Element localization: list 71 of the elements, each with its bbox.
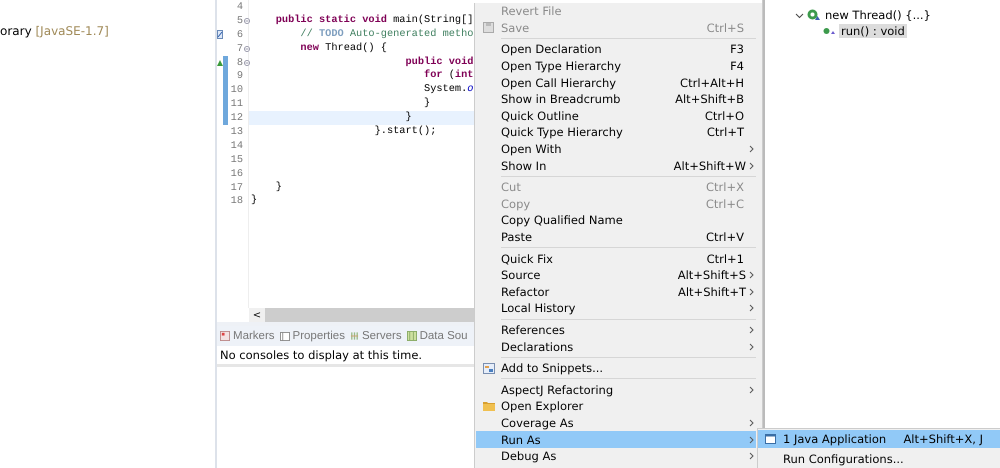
folder-icon	[482, 401, 494, 412]
tree-item[interactable]: orary [JavaSE-1.7]	[0, 24, 215, 38]
view-tab[interactable]: Servers	[350, 330, 402, 342]
outline-item[interactable]: new Thread() {...}	[823, 8, 933, 22]
scroll-left-button[interactable]: <	[249, 308, 265, 322]
menu-item[interactable]: References	[476, 322, 756, 338]
outline-item[interactable]: run() : void	[839, 24, 907, 38]
line-number: 8	[236, 56, 243, 68]
method-icon	[823, 27, 836, 35]
line-number: 7	[236, 42, 243, 55]
task-icon	[217, 30, 223, 40]
menu-item[interactable]: Run Configurations...	[758, 450, 1000, 468]
markers-icon	[220, 331, 230, 341]
view-tab[interactable]: Properties	[280, 330, 345, 342]
code-line: }.start();	[374, 125, 436, 139]
line-number: 5	[236, 14, 243, 27]
code-line: // TODO Auto-generated metho	[299, 28, 474, 42]
menu-item[interactable]: 1 Java Application Alt+Shift+X, J	[758, 430, 1000, 448]
code-line: }	[423, 97, 430, 112]
code-line: public void	[404, 56, 474, 69]
fold-icon[interactable]	[244, 18, 250, 24]
menu-item[interactable]: Run As	[476, 431, 756, 448]
code-line: }	[274, 180, 282, 194]
code-line: System.o	[423, 83, 474, 98]
menu-item[interactable]: Paste Ctrl+V	[476, 228, 756, 246]
menu-item[interactable]: Open With	[476, 140, 756, 158]
code-line: }	[404, 111, 412, 126]
menu-item[interactable]: Source Alt+Shift+S	[476, 266, 756, 284]
window-icon	[765, 434, 776, 444]
servers-icon	[350, 331, 359, 341]
menu-item[interactable]: AspectJ Refactoring	[476, 381, 756, 398]
line-number: 18	[230, 195, 243, 208]
view-tab[interactable]: Markers	[220, 330, 275, 342]
menu-item[interactable]: Open Type Hierarchy F4	[476, 58, 756, 74]
line-number: 6	[236, 28, 243, 41]
line-number: 17	[230, 182, 243, 194]
line-number: 9	[236, 70, 243, 82]
line-number: 11	[230, 98, 243, 110]
line-number: 10	[230, 84, 243, 96]
line-number: 4	[236, 0, 243, 13]
view-tab[interactable]: Data Sou	[406, 330, 468, 342]
menu-item[interactable]: Refactor Alt+Shift+T	[476, 284, 756, 300]
line-number: 15	[230, 154, 243, 166]
line-number: 14	[230, 140, 243, 152]
menu-item[interactable]: Coverage As	[476, 414, 756, 432]
menu-item[interactable]: Copy Qualified Name	[476, 212, 756, 229]
code-line: public static void main(String[]	[274, 14, 474, 28]
line-number: 12	[230, 112, 243, 124]
menu-item[interactable]: Open Explorer	[476, 398, 756, 415]
properties-icon	[280, 332, 290, 340]
line-number: 16	[230, 168, 243, 180]
menu-item[interactable]: Quick Outline Ctrl+O	[476, 108, 756, 124]
chevron-icon[interactable]	[795, 10, 804, 20]
menu-item[interactable]: Quick Type Hierarchy Ctrl+T	[476, 124, 756, 141]
menu-item[interactable]: Show in Breadcrumb Alt+Shift+B	[476, 90, 756, 108]
menu-item[interactable]: Debug As	[476, 448, 756, 464]
triangle-icon	[217, 60, 223, 66]
menu-item[interactable]: Local History	[476, 300, 756, 317]
code-line: new Thread() {	[299, 42, 387, 56]
snippet-icon	[482, 362, 494, 374]
menu-item[interactable]: Open Declaration F3	[476, 41, 756, 58]
menu-item[interactable]: Show In Alt+Shift+W	[476, 157, 756, 174]
line-number: 13	[230, 126, 243, 138]
fold-icon[interactable]	[244, 60, 250, 66]
fold-icon[interactable]	[244, 46, 250, 52]
menu-item[interactable]: Open Call Hierarchy Ctrl+Alt+H	[476, 74, 756, 91]
code-line: for (int	[423, 69, 474, 84]
menu-item[interactable]: Quick Fix Ctrl+1	[476, 250, 756, 267]
class-icon	[807, 9, 820, 21]
database-icon	[406, 331, 417, 341]
code-line: }	[251, 194, 258, 208]
